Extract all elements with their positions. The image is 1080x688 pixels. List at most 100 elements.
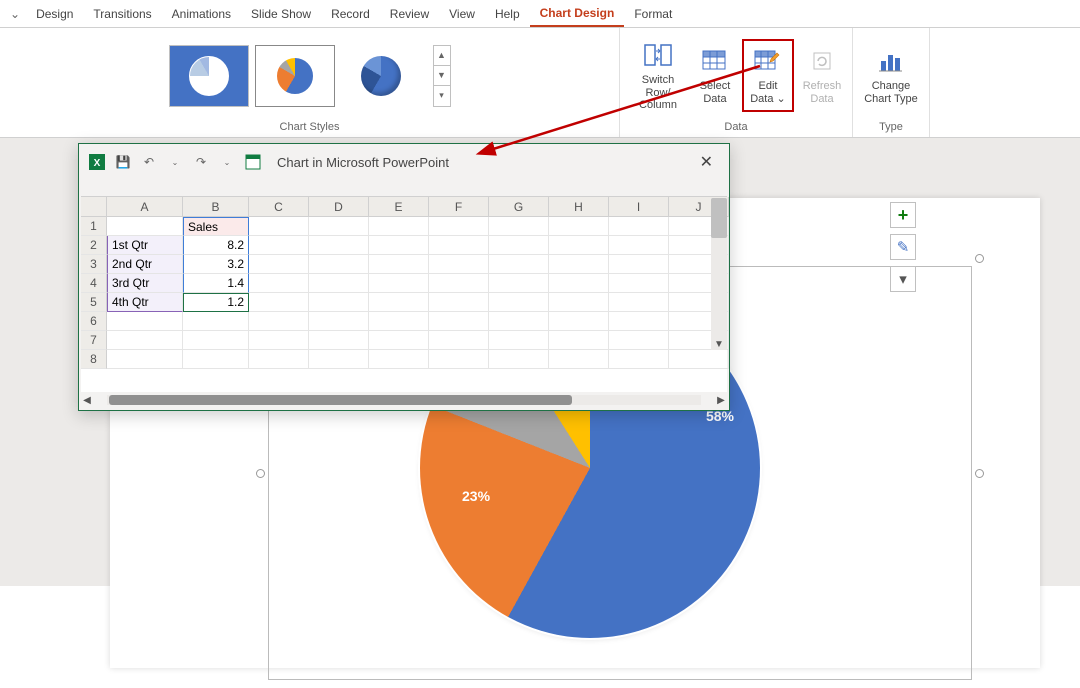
cell-i3[interactable] [609,255,669,274]
tab-slide-show[interactable]: Slide Show [241,2,321,26]
cell-h1[interactable] [549,217,609,236]
redo-dropdown-icon[interactable]: ⌄ [217,152,237,172]
tabs-scroll-left-icon[interactable]: ⌄ [4,7,26,21]
cell-f4[interactable] [429,274,489,293]
row-header-6[interactable]: 6 [81,312,107,331]
col-header-d[interactable]: D [309,197,369,217]
cell-a5[interactable]: 4th Qtr [107,293,183,312]
row-header-7[interactable]: 7 [81,331,107,350]
cell-h5[interactable] [549,293,609,312]
cell-c1[interactable] [249,217,309,236]
cell-i1[interactable] [609,217,669,236]
cell-c4[interactable] [249,274,309,293]
cell-i2[interactable] [609,236,669,255]
col-header-c[interactable]: C [249,197,309,217]
cell-e4[interactable] [369,274,429,293]
excel-vertical-scrollbar[interactable]: ▼ [711,198,727,350]
col-header-h[interactable]: H [549,197,609,217]
tab-record[interactable]: Record [321,2,380,26]
excel-grid[interactable]: A B C D E F G H I J 1 Sales 2 1st Qtr 8 [81,196,727,392]
col-header-g[interactable]: G [489,197,549,217]
undo-dropdown-icon[interactable]: ⌄ [165,152,185,172]
cell-g3[interactable] [489,255,549,274]
sheet-icon[interactable] [243,152,263,172]
tab-design[interactable]: Design [26,2,83,26]
cell-d4[interactable] [309,274,369,293]
cell-f5[interactable] [429,293,489,312]
cell-i4[interactable] [609,274,669,293]
chart-filters-button[interactable]: ▾ [890,266,916,292]
cell-g1[interactable] [489,217,549,236]
cell-g2[interactable] [489,236,549,255]
cell-b5[interactable]: 1.2 [183,293,249,312]
excel-horizontal-scrollbar[interactable]: ◀ ▶ [81,393,727,407]
cell-b4[interactable]: 1.4 [183,274,249,293]
cell-a2[interactable]: 1st Qtr [107,236,183,255]
col-header-f[interactable]: F [429,197,489,217]
cell-b1[interactable]: Sales [183,217,249,236]
cell-e2[interactable] [369,236,429,255]
undo-icon[interactable]: ↶ [139,152,159,172]
chart-styles-button[interactable]: ✎ [890,234,916,260]
cell-d3[interactable] [309,255,369,274]
tab-transitions[interactable]: Transitions [83,2,161,26]
chart-elements-button[interactable]: + [890,202,916,228]
cell-d1[interactable] [309,217,369,236]
cell-h3[interactable] [549,255,609,274]
cell-c2[interactable] [249,236,309,255]
tab-animations[interactable]: Animations [162,2,241,26]
cell-e5[interactable] [369,293,429,312]
cell-a1[interactable] [107,217,183,236]
cell-c3[interactable] [249,255,309,274]
cell-c5[interactable] [249,293,309,312]
edit-data-button[interactable]: Edit Data ⌄ [746,43,790,107]
row-header-3[interactable]: 3 [81,255,107,274]
cell-e1[interactable] [369,217,429,236]
switch-row-column-button[interactable]: Switch Row/ Column [628,37,688,114]
row-header-2[interactable]: 2 [81,236,107,255]
redo-icon[interactable]: ↷ [191,152,211,172]
tab-view[interactable]: View [439,2,485,26]
scroll-left-icon[interactable]: ◀ [81,395,93,406]
col-header-i[interactable]: I [609,197,669,217]
cell-d5[interactable] [309,293,369,312]
chart-style-1[interactable] [169,45,249,107]
tab-chart-design[interactable]: Chart Design [530,1,625,27]
save-icon[interactable]: 💾 [113,152,133,172]
cell-b3[interactable]: 3.2 [183,255,249,274]
select-all-cell[interactable] [81,197,107,217]
col-header-a[interactable]: A [107,197,183,217]
cell-a3[interactable]: 2nd Qtr [107,255,183,274]
row-header-5[interactable]: 5 [81,293,107,312]
col-header-b[interactable]: B [183,197,249,217]
tab-help[interactable]: Help [485,2,530,26]
cell-i5[interactable] [609,293,669,312]
cell-f3[interactable] [429,255,489,274]
cell-g4[interactable] [489,274,549,293]
cell-g5[interactable] [489,293,549,312]
cell-h2[interactable] [549,236,609,255]
tab-format[interactable]: Format [624,2,682,26]
row-header-1[interactable]: 1 [81,217,107,236]
excel-data-window[interactable]: X 💾 ↶ ⌄ ↷ ⌄ Chart in Microsoft PowerPoin… [78,143,730,411]
chevron-expand-icon[interactable]: ▾ [434,86,450,105]
chevron-down-icon[interactable]: ▼ [434,66,450,86]
cell-f2[interactable] [429,236,489,255]
scroll-right-icon[interactable]: ▶ [715,395,727,406]
select-data-button[interactable]: Select Data [694,43,736,107]
cell-b2[interactable]: 8.2 [183,236,249,255]
row-header-4[interactable]: 4 [81,274,107,293]
excel-close-button[interactable]: ✕ [692,148,721,176]
cell-a4[interactable]: 3rd Qtr [107,274,183,293]
col-header-e[interactable]: E [369,197,429,217]
cell-f1[interactable] [429,217,489,236]
chevron-up-icon[interactable]: ▲ [434,46,450,66]
row-header-8[interactable]: 8 [81,350,107,369]
scroll-down-icon[interactable]: ▼ [711,339,727,350]
change-chart-type-button[interactable]: Change Chart Type [861,43,921,107]
tab-review[interactable]: Review [380,2,439,26]
cell-d2[interactable] [309,236,369,255]
chart-style-2[interactable] [255,45,335,107]
cell-h4[interactable] [549,274,609,293]
cell-e3[interactable] [369,255,429,274]
